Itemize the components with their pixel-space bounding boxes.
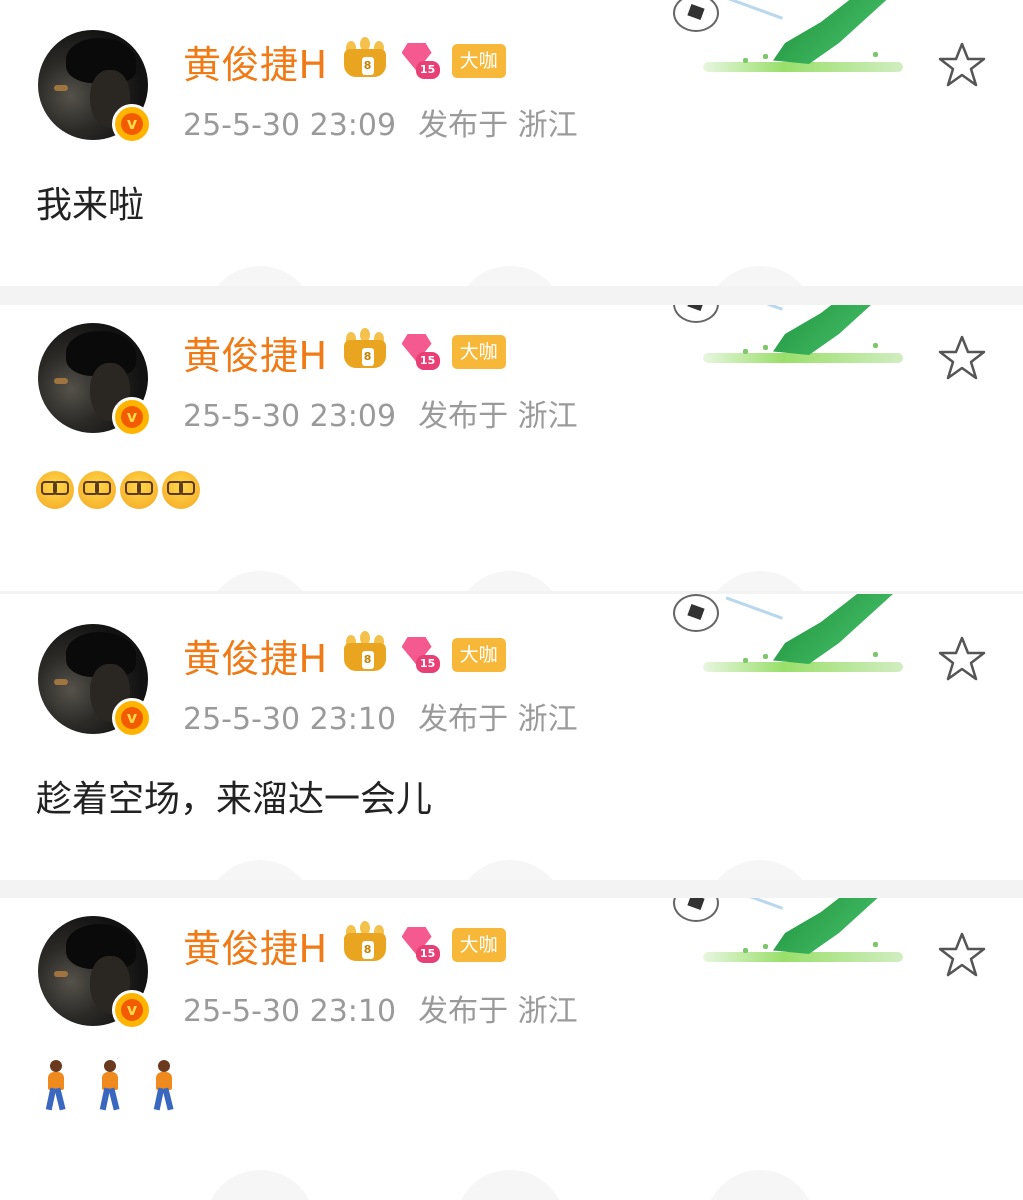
author-row: 黄俊捷H 8 15 大咖 xyxy=(183,34,506,89)
verified-badge-icon: v xyxy=(112,990,152,1030)
post-card: v 黄俊捷H 8 15 大咖 25-5-30 23:09 发布于 浙江 我来啦 xyxy=(0,0,1023,286)
weibo-feed: v 黄俊捷H 8 15 大咖 25-5-30 23:09 发布于 浙江 我来啦 xyxy=(0,0,1023,1200)
post-location: 发布于 浙江 xyxy=(418,108,578,143)
post-content-emojis xyxy=(36,471,200,509)
author-row: 黄俊捷H 8 15 大咖 xyxy=(183,628,506,683)
username[interactable]: 黄俊捷H xyxy=(183,918,328,973)
post-time: 25-5-30 23:10 xyxy=(183,702,397,737)
nerd-face-icon xyxy=(162,471,200,509)
favorite-star-icon[interactable] xyxy=(937,930,987,980)
post-location: 发布于 浙江 xyxy=(418,702,578,737)
diamond-level-number: 15 xyxy=(415,945,440,963)
diamond-level-number: 15 xyxy=(415,352,440,370)
football-decoration-icon xyxy=(673,898,943,974)
username[interactable]: 黄俊捷H xyxy=(183,628,328,683)
post-time: 25-5-30 23:09 xyxy=(183,108,397,143)
crown-level-number: 8 xyxy=(361,651,374,669)
post-location: 发布于 浙江 xyxy=(418,399,578,434)
post-card: v 黄俊捷H 8 15 大咖 25-5-30 23:10 发布于 浙江 xyxy=(0,898,1023,1200)
post-content: 我来啦 xyxy=(36,185,145,226)
vip-badge[interactable]: 大咖 xyxy=(451,928,506,962)
action-placeholder xyxy=(455,1170,565,1200)
action-placeholder xyxy=(455,266,565,286)
person-walking-icon xyxy=(90,1060,130,1112)
crown-level-number: 8 xyxy=(361,348,374,366)
action-placeholder xyxy=(205,860,315,880)
author-row: 黄俊捷H 8 15 大咖 xyxy=(183,325,506,380)
action-placeholder xyxy=(205,571,315,591)
diamond-level-icon[interactable]: 15 xyxy=(400,41,442,81)
username[interactable]: 黄俊捷H xyxy=(183,325,328,380)
crown-level-number: 8 xyxy=(361,57,374,75)
post-location: 发布于 浙江 xyxy=(418,994,578,1029)
vip-badge[interactable]: 大咖 xyxy=(451,638,506,672)
post-time: 25-5-30 23:10 xyxy=(183,994,397,1029)
action-placeholder xyxy=(705,1170,815,1200)
diamond-level-icon[interactable]: 15 xyxy=(400,332,442,372)
action-placeholder xyxy=(205,1170,315,1200)
post-content-emojis xyxy=(36,1060,198,1112)
crown-level-number: 8 xyxy=(361,941,374,959)
action-placeholder xyxy=(455,860,565,880)
post-card: v 黄俊捷H 8 15 大咖 25-5-30 23:10 发布于 浙江 趁着空场，… xyxy=(0,594,1023,880)
diamond-level-number: 15 xyxy=(415,655,440,673)
diamond-level-icon[interactable]: 15 xyxy=(400,635,442,675)
post-meta: 25-5-30 23:10 发布于 浙江 xyxy=(183,986,578,1030)
verified-badge-icon: v xyxy=(112,397,152,437)
post-meta: 25-5-30 23:09 发布于 浙江 xyxy=(183,391,578,435)
diamond-level-icon[interactable]: 15 xyxy=(400,925,442,965)
football-decoration-icon xyxy=(673,305,943,375)
post-time: 25-5-30 23:09 xyxy=(183,399,397,434)
action-placeholder xyxy=(455,571,565,591)
action-placeholder xyxy=(705,571,815,591)
crown-level-icon[interactable]: 8 xyxy=(340,631,390,677)
action-placeholder xyxy=(705,860,815,880)
favorite-star-icon[interactable] xyxy=(937,634,987,684)
nerd-face-icon xyxy=(120,471,158,509)
diamond-level-number: 15 xyxy=(415,61,440,79)
nerd-face-icon xyxy=(78,471,116,509)
favorite-star-icon[interactable] xyxy=(937,40,987,90)
person-walking-icon xyxy=(36,1060,76,1112)
football-decoration-icon xyxy=(673,0,943,84)
action-placeholder xyxy=(705,266,815,286)
favorite-star-icon[interactable] xyxy=(937,333,987,383)
action-placeholder xyxy=(205,266,315,286)
nerd-face-icon xyxy=(36,471,74,509)
username[interactable]: 黄俊捷H xyxy=(183,34,328,89)
post-meta: 25-5-30 23:10 发布于 浙江 xyxy=(183,694,578,738)
author-row: 黄俊捷H 8 15 大咖 xyxy=(183,918,506,973)
crown-level-icon[interactable]: 8 xyxy=(340,328,390,374)
post-card: v 黄俊捷H 8 15 大咖 25-5-30 23:09 发布于 浙江 xyxy=(0,305,1023,591)
crown-level-icon[interactable]: 8 xyxy=(340,921,390,967)
football-decoration-icon xyxy=(673,594,943,684)
verified-badge-icon: v xyxy=(112,104,152,144)
post-meta: 25-5-30 23:09 发布于 浙江 xyxy=(183,100,578,144)
vip-badge[interactable]: 大咖 xyxy=(451,335,506,369)
post-content: 趁着空场，来溜达一会儿 xyxy=(36,779,433,820)
verified-badge-icon: v xyxy=(112,698,152,738)
vip-badge[interactable]: 大咖 xyxy=(451,44,506,78)
person-walking-icon xyxy=(144,1060,184,1112)
crown-level-icon[interactable]: 8 xyxy=(340,37,390,83)
